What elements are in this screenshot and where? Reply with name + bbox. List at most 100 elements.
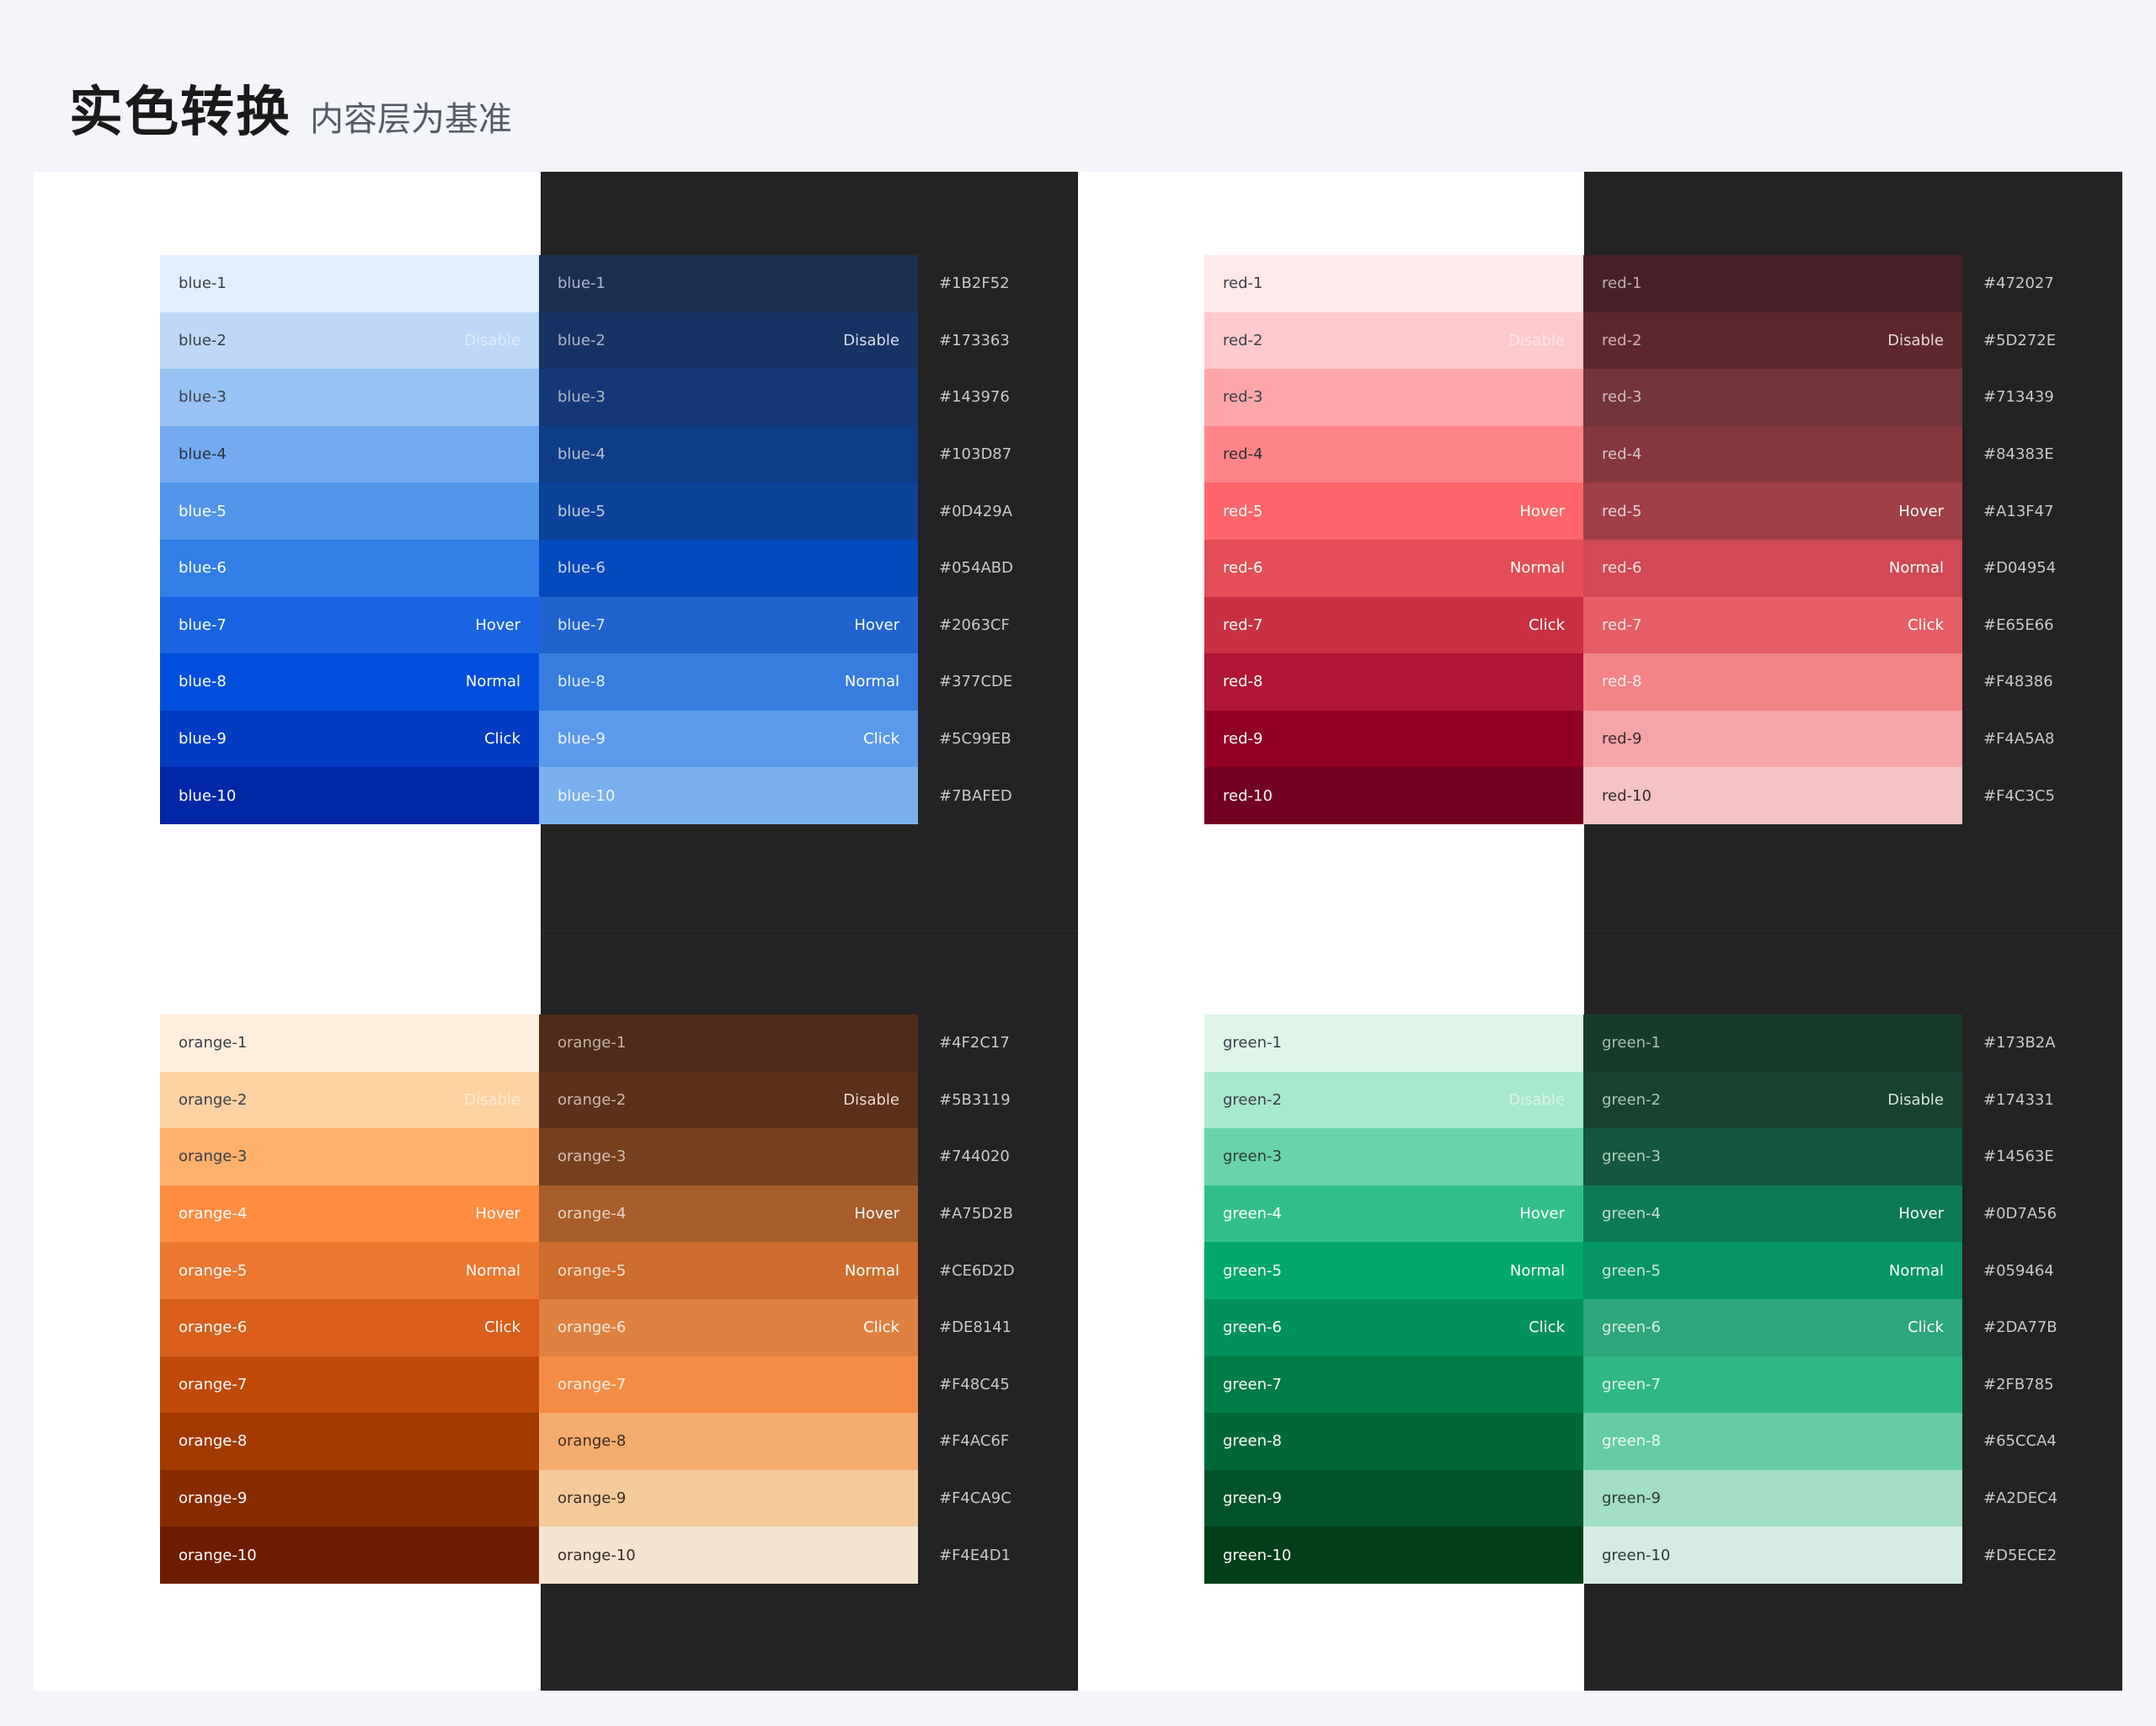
swatch-label: green-6 <box>1223 1318 1282 1337</box>
blue-dark-swatch: blue-10 <box>539 767 918 824</box>
swatch-label: blue-7 <box>179 615 227 634</box>
red-light-swatch: red-4 <box>1204 425 1583 483</box>
red-hex-value: #F4A5A8 <box>1983 730 2055 748</box>
swatch-label: orange-4 <box>558 1205 627 1223</box>
blue-hex-value: #054ABD <box>939 559 1013 578</box>
green-dark-swatch: green-1 <box>1583 1015 1962 1072</box>
divider-dark-left <box>541 930 1078 931</box>
swatch-state-label: Click <box>1908 1318 1944 1337</box>
swatch-label: orange-3 <box>179 1148 248 1166</box>
red-light-swatch: red-3 <box>1204 369 1583 426</box>
green-dark-swatch: green-5 Normal <box>1583 1242 1962 1299</box>
swatch-label: red-6 <box>1602 559 1642 578</box>
page-header: 实色转换 内容层为基准 <box>69 69 512 146</box>
orange-light-swatch: orange-3 <box>160 1128 539 1185</box>
divider-dark-right <box>1584 930 2122 931</box>
swatch-label: red-3 <box>1602 388 1642 407</box>
swatch-state-label: Hover <box>1898 502 1944 520</box>
red-hex-value: #A13F47 <box>1983 502 2054 520</box>
red-hex-value: #472027 <box>1983 274 2054 293</box>
swatch-label: red-7 <box>1223 615 1263 634</box>
swatch-state-label: Hover <box>1519 1205 1565 1223</box>
orange-light-swatch: orange-10 <box>160 1526 539 1584</box>
blue-light-swatch: blue-5 <box>160 482 539 540</box>
swatch-label: red-2 <box>1602 331 1642 349</box>
green-light-swatch: green-2 Disable <box>1204 1071 1583 1129</box>
red-dark-swatch: red-8 <box>1583 653 1962 711</box>
swatch-label: red-8 <box>1602 673 1642 691</box>
swatch-state-label: Normal <box>844 673 899 691</box>
swatch-label: orange-5 <box>179 1261 248 1280</box>
swatch-label: orange-9 <box>558 1489 627 1508</box>
orange-dark-column: orange-1 orange-2 Disable orange-3 orange-4 H… <box>539 1015 918 1584</box>
orange-hex-value: #F4AC6F <box>939 1432 1010 1451</box>
blue-dark-swatch: blue-9 Click <box>539 710 918 768</box>
orange-dark-swatch: orange-9 <box>539 1469 918 1527</box>
swatch-label: blue-8 <box>179 673 227 691</box>
blue-dark-swatch: blue-8 Normal <box>539 653 918 711</box>
swatch-state-label: Hover <box>1519 502 1565 520</box>
blue-dark-swatch: blue-5 <box>539 482 918 540</box>
green-hex-value: #059464 <box>1983 1261 2054 1280</box>
swatch-label: blue-1 <box>558 274 606 293</box>
swatch-label: green-1 <box>1602 1034 1661 1052</box>
swatch-label: green-5 <box>1223 1261 1282 1280</box>
blue-light-swatch: blue-8 Normal <box>160 653 539 711</box>
page-subtitle: 内容层为基准 <box>310 100 512 139</box>
swatch-state-label: Click <box>863 730 899 748</box>
red-dark-swatch: red-3 <box>1583 369 1962 426</box>
red-dark-swatch: red-4 <box>1583 425 1962 483</box>
orange-hex-value: #5B3119 <box>939 1090 1011 1109</box>
swatch-label: orange-3 <box>558 1148 627 1166</box>
swatch-state-label: Normal <box>465 1261 520 1280</box>
swatch-label: red-4 <box>1223 445 1263 464</box>
swatch-label: red-3 <box>1223 388 1263 407</box>
blue-hex-value: #1B2F52 <box>939 274 1010 293</box>
swatch-label: blue-6 <box>558 559 606 578</box>
green-light-swatch: green-10 <box>1204 1526 1583 1584</box>
red-light-swatch: red-10 <box>1204 767 1583 824</box>
swatch-label: red-10 <box>1602 786 1652 805</box>
swatch-label: red-7 <box>1602 615 1642 634</box>
swatch-state-label: Normal <box>1509 559 1565 578</box>
swatch-label: blue-6 <box>179 559 227 578</box>
swatch-label: green-3 <box>1223 1148 1282 1166</box>
swatch-label: blue-1 <box>179 274 227 293</box>
swatch-label: blue-8 <box>558 673 606 691</box>
swatch-label: orange-9 <box>179 1489 248 1508</box>
blue-light-swatch: blue-9 Click <box>160 710 539 768</box>
swatch-label: orange-2 <box>179 1090 248 1109</box>
swatch-label: blue-9 <box>179 730 227 748</box>
swatch-state-label: Normal <box>1888 1261 1944 1280</box>
blue-hex-value: #173363 <box>939 331 1010 349</box>
green-light-swatch: green-3 <box>1204 1128 1583 1185</box>
blue-light-swatch: blue-2 Disable <box>160 312 539 370</box>
red-dark-swatch: red-10 <box>1583 767 1962 824</box>
orange-hex-value: #F48C45 <box>939 1375 1010 1393</box>
green-dark-swatch: green-2 Disable <box>1583 1071 1962 1129</box>
swatch-state-label: Click <box>484 1318 520 1337</box>
red-hex-value: #5D272E <box>1983 331 2057 349</box>
swatch-label: red-1 <box>1602 274 1642 293</box>
green-light-swatch: green-1 <box>1204 1015 1583 1072</box>
blue-light-swatch: blue-6 <box>160 539 539 597</box>
swatch-label: blue-4 <box>179 445 227 464</box>
swatch-label: blue-5 <box>179 502 227 520</box>
swatch-label: green-7 <box>1223 1375 1282 1393</box>
red-light-swatch: red-8 <box>1204 653 1583 711</box>
orange-light-swatch: orange-8 <box>160 1413 539 1470</box>
orange-dark-swatch: orange-4 Hover <box>539 1185 918 1243</box>
green-hex-value: #0D7A56 <box>1983 1205 2057 1223</box>
blue-hex-value: #143976 <box>939 388 1010 407</box>
blue-hex-value: #103D87 <box>939 445 1012 464</box>
red-dark-swatch: red-6 Normal <box>1583 539 1962 597</box>
swatch-state-label: Normal <box>844 1261 899 1280</box>
swatch-state-label: Disable <box>843 331 899 349</box>
green-dark-swatch: green-7 <box>1583 1356 1962 1414</box>
swatch-state-label: Disable <box>1508 1090 1565 1109</box>
orange-hex-value: #F4CA9C <box>939 1489 1011 1508</box>
green-hex-value: #D5ECE2 <box>1983 1546 2057 1564</box>
orange-light-swatch: orange-5 Normal <box>160 1242 539 1299</box>
swatch-label: red-5 <box>1602 502 1642 520</box>
red-dark-swatch: red-2 Disable <box>1583 312 1962 370</box>
